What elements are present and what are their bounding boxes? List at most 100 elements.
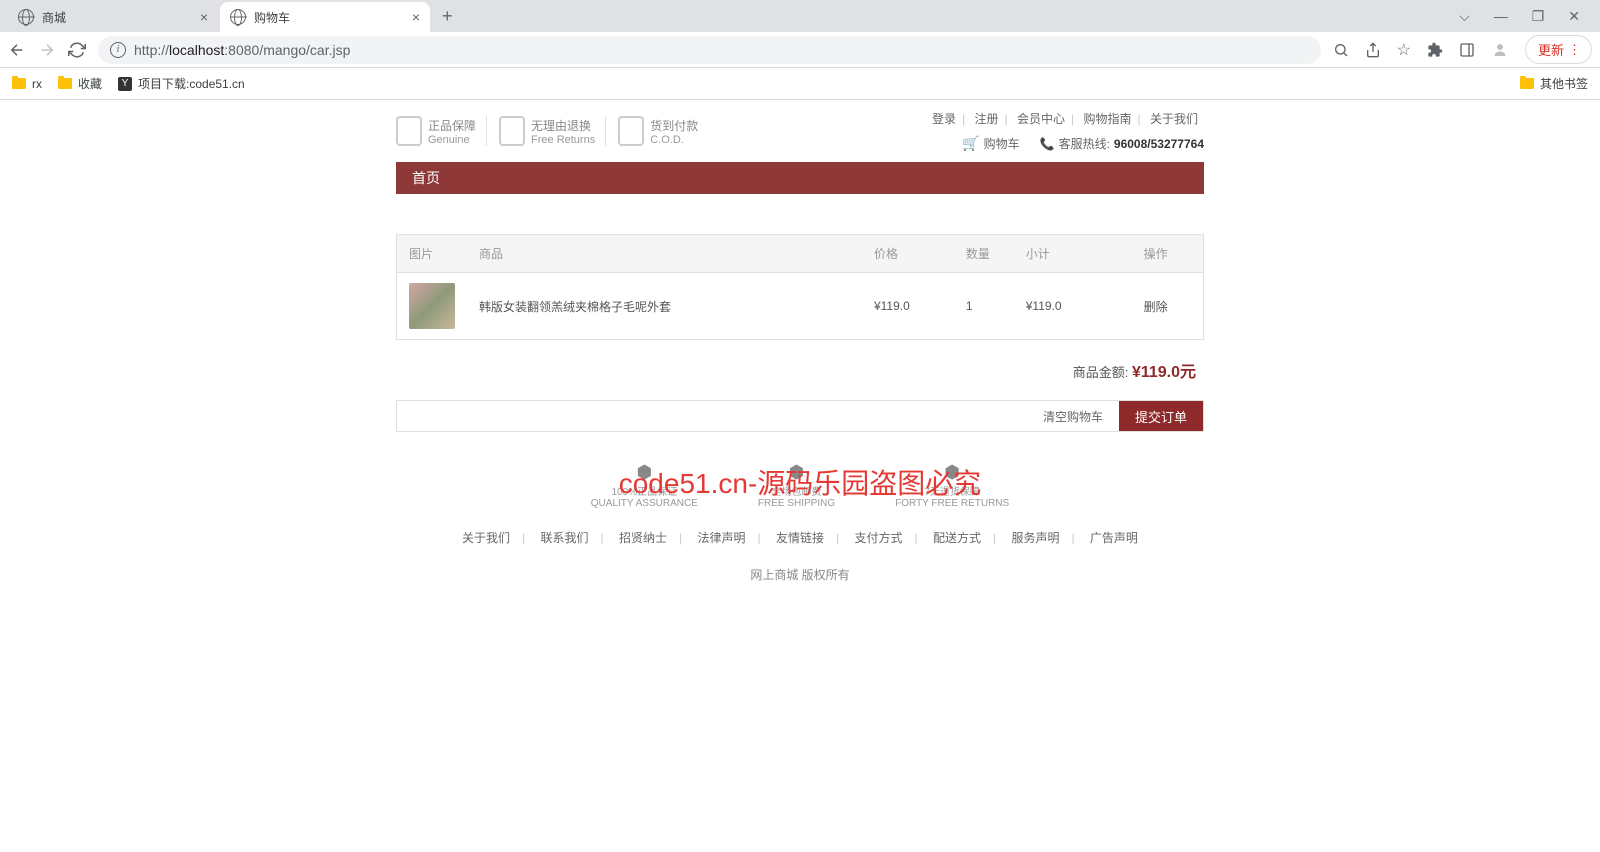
badge-returns: 无理由退换Free Returns <box>499 116 606 146</box>
footer-service[interactable]: 服务声明 <box>1003 531 1067 545</box>
shield-icon <box>618 116 644 146</box>
globe-icon <box>18 9 34 25</box>
cart-table: 图片 商品 价格 数量 小计 操作 韩版女装翻领羔绒夹棉格子毛呢外套 ¥119.… <box>396 234 1204 340</box>
url-host: localhost <box>169 42 224 58</box>
hotline: 📞 客服热线: 96008/53277764 <box>1040 135 1204 152</box>
col-sub: 小计 <box>1014 235 1132 273</box>
shield-icon <box>499 116 525 146</box>
bookmarks-bar: rx 收藏 Y 项目下载:code51.cn 其他书签 <box>0 68 1600 100</box>
total-label: 商品金额: <box>1073 365 1129 380</box>
tab-mall[interactable]: 商城 × <box>8 2 218 32</box>
product-name: 韩版女装翻领羔绒夹棉格子毛呢外套 <box>467 273 862 340</box>
new-tab-button[interactable]: + <box>432 6 463 27</box>
nav-bar: 首页 <box>396 162 1204 194</box>
reload-button[interactable] <box>68 41 86 59</box>
search-icon[interactable] <box>1333 42 1349 58</box>
tab-cart[interactable]: 购物车 × <box>220 2 430 32</box>
table-row: 韩版女装翻领羔绒夹棉格子毛呢外套 ¥119.0 1 ¥119.0 删除 <box>397 273 1204 340</box>
action-bar: 清空购物车 提交订单 <box>396 400 1204 432</box>
footer-jobs[interactable]: 招贤纳士 <box>611 531 675 545</box>
footer-badges: 100%正品保证QUALITY ASSURANCE 全场包邮费FREE SHIP… <box>396 452 1204 519</box>
close-window-icon[interactable]: ✕ <box>1568 8 1580 25</box>
folder-icon <box>1520 78 1534 89</box>
clear-cart-button[interactable]: 清空购物车 <box>1027 401 1119 431</box>
delete-button[interactable]: 删除 <box>1144 300 1168 314</box>
login-link[interactable]: 登录 <box>926 112 962 126</box>
info-icon[interactable]: i <box>110 42 126 58</box>
window-controls: ⌵ — ❐ ✕ <box>1459 8 1592 25</box>
menu-dots-icon: ⋮ <box>1568 42 1579 58</box>
total-row: 商品金额: ¥119.0元 <box>396 340 1204 400</box>
star-icon[interactable]: ☆ <box>1397 40 1411 60</box>
footer-contact[interactable]: 联系我们 <box>533 531 597 545</box>
cart-icon: 🛒 <box>962 135 979 152</box>
product-image <box>409 283 455 329</box>
toolbar-icons: ☆ 更新 ⋮ <box>1333 35 1592 64</box>
col-img: 图片 <box>397 235 468 273</box>
member-link[interactable]: 会员中心 <box>1011 112 1071 126</box>
tab-title: 商城 <box>42 9 66 26</box>
about-link[interactable]: 关于我们 <box>1144 112 1204 126</box>
footer-ads[interactable]: 广告声明 <box>1082 531 1146 545</box>
col-qty: 数量 <box>954 235 1014 273</box>
bookmark-favorites[interactable]: 收藏 <box>58 75 102 92</box>
fbadge-returns: 7天退货保障FORTY FREE RETURNS <box>895 462 1009 509</box>
bookmark-rx[interactable]: rx <box>12 77 42 91</box>
profile-icon[interactable] <box>1491 41 1509 59</box>
col-price: 价格 <box>862 235 954 273</box>
product-subtotal: ¥119.0 <box>1014 273 1132 340</box>
url-prefix: http:// <box>134 42 169 58</box>
toolbar: i http://localhost:8080/mango/car.jsp ☆ … <box>0 32 1600 68</box>
badge-cod: 货到付款C.O.D. <box>618 116 708 146</box>
header: 正品保障Genuine 无理由退换Free Returns 货到付款C.O.D.… <box>396 100 1204 162</box>
footer: code51.cn-源码乐园盗图必究 100%正品保证QUALITY ASSUR… <box>396 452 1204 593</box>
register-link[interactable]: 注册 <box>969 112 1005 126</box>
product-price: ¥119.0 <box>862 273 954 340</box>
sub-bar: 🛒 购物车 📞 客服热线: 96008/53277764 <box>926 135 1204 152</box>
product-qty: 1 <box>954 273 1014 340</box>
footer-about[interactable]: 关于我们 <box>454 531 518 545</box>
update-button[interactable]: 更新 ⋮ <box>1525 35 1592 64</box>
col-name: 商品 <box>467 235 862 273</box>
back-button[interactable] <box>8 41 26 59</box>
top-links: 登录| 注册| 会员中心| 购物指南| 关于我们 <box>926 110 1204 127</box>
tab-title: 购物车 <box>254 9 290 26</box>
col-op: 操作 <box>1132 235 1204 273</box>
address-bar[interactable]: i http://localhost:8080/mango/car.jsp <box>98 36 1321 64</box>
folder-icon <box>12 78 26 89</box>
footer-links: 关于我们| 联系我们| 招贤纳士| 法律声明| 友情链接| 支付方式| 配送方式… <box>396 519 1204 556</box>
copyright: 网上商城 版权所有 <box>396 556 1204 593</box>
fbadge-quality: 100%正品保证QUALITY ASSURANCE <box>591 462 698 509</box>
nav-home[interactable]: 首页 <box>412 168 440 188</box>
phone-icon: 📞 <box>1040 137 1055 151</box>
maximize-icon[interactable]: ❐ <box>1532 8 1545 25</box>
side-panel-icon[interactable] <box>1459 42 1475 58</box>
header-badges: 正品保障Genuine 无理由退换Free Returns 货到付款C.O.D. <box>396 116 708 146</box>
folder-icon <box>58 78 72 89</box>
tab-bar: 商城 × 购物车 × + ⌵ — ❐ ✕ <box>0 0 1600 32</box>
footer-payment[interactable]: 支付方式 <box>846 531 910 545</box>
footer-friends[interactable]: 友情链接 <box>768 531 832 545</box>
fbadge-shipping: 全场包邮费FREE SHIPPING <box>758 462 835 509</box>
forward-button[interactable] <box>38 41 56 59</box>
minimize-icon[interactable]: — <box>1494 8 1508 25</box>
shield-icon <box>396 116 422 146</box>
close-icon[interactable]: × <box>200 9 208 25</box>
other-bookmarks[interactable]: 其他书签 <box>1520 75 1588 92</box>
extensions-icon[interactable] <box>1427 42 1443 58</box>
bookmark-code51[interactable]: Y 项目下载:code51.cn <box>118 75 245 92</box>
submit-order-button[interactable]: 提交订单 <box>1119 401 1203 431</box>
cart-link[interactable]: 🛒 购物车 <box>962 135 1019 152</box>
total-amount: ¥119.0元 <box>1132 364 1196 381</box>
url-path: :8080/mango/car.jsp <box>224 42 350 58</box>
browser-chrome: 商城 × 购物车 × + ⌵ — ❐ ✕ i http://localhost:… <box>0 0 1600 100</box>
close-icon[interactable]: × <box>412 9 420 25</box>
guide-link[interactable]: 购物指南 <box>1078 112 1138 126</box>
dropdown-icon[interactable]: ⌵ <box>1459 8 1470 25</box>
share-icon[interactable] <box>1365 42 1381 58</box>
footer-legal[interactable]: 法律声明 <box>690 531 754 545</box>
globe-icon <box>230 9 246 25</box>
header-right: 登录| 注册| 会员中心| 购物指南| 关于我们 🛒 购物车 📞 客服热线: 9… <box>926 110 1204 152</box>
footer-delivery[interactable]: 配送方式 <box>925 531 989 545</box>
site-icon: Y <box>118 77 132 91</box>
